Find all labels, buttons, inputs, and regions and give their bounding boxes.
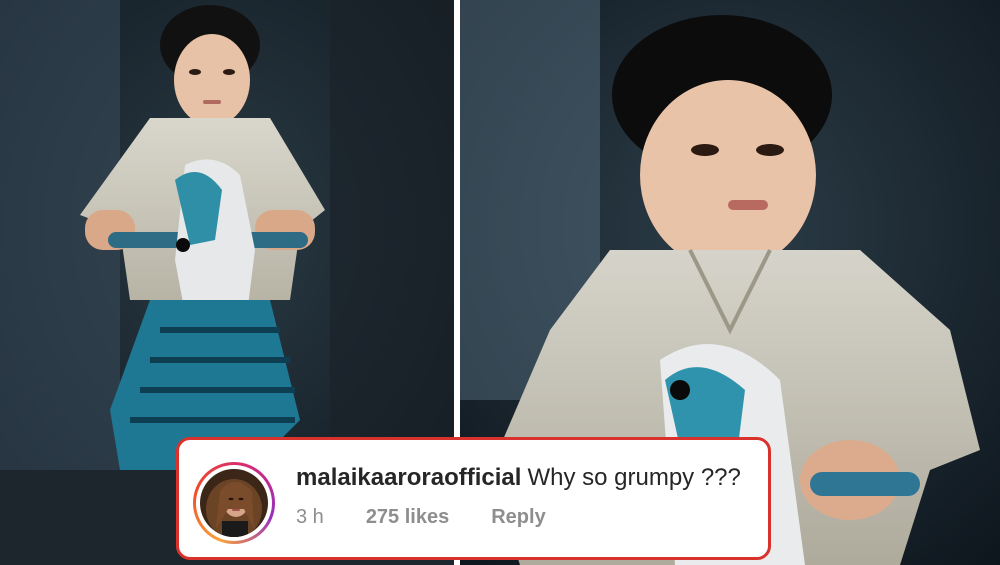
- comment-text: Why so grumpy ???: [527, 464, 741, 491]
- comment-card: malaikaaroraofficial Why so grumpy ??? 3 …: [176, 437, 771, 560]
- reply-button[interactable]: Reply: [491, 506, 545, 529]
- profile-photo-icon: [200, 469, 268, 537]
- comment-line: malaikaaroraofficial Why so grumpy ???: [296, 464, 741, 492]
- avatar[interactable]: [200, 469, 268, 537]
- avatar-ring[interactable]: [193, 462, 275, 544]
- comment-username[interactable]: malaikaaroraofficial: [296, 464, 521, 491]
- comment-meta: 3 h 275 likes Reply: [296, 506, 546, 529]
- comment-time: 3 h: [296, 506, 324, 528]
- comment-likes[interactable]: 275 likes: [366, 506, 449, 529]
